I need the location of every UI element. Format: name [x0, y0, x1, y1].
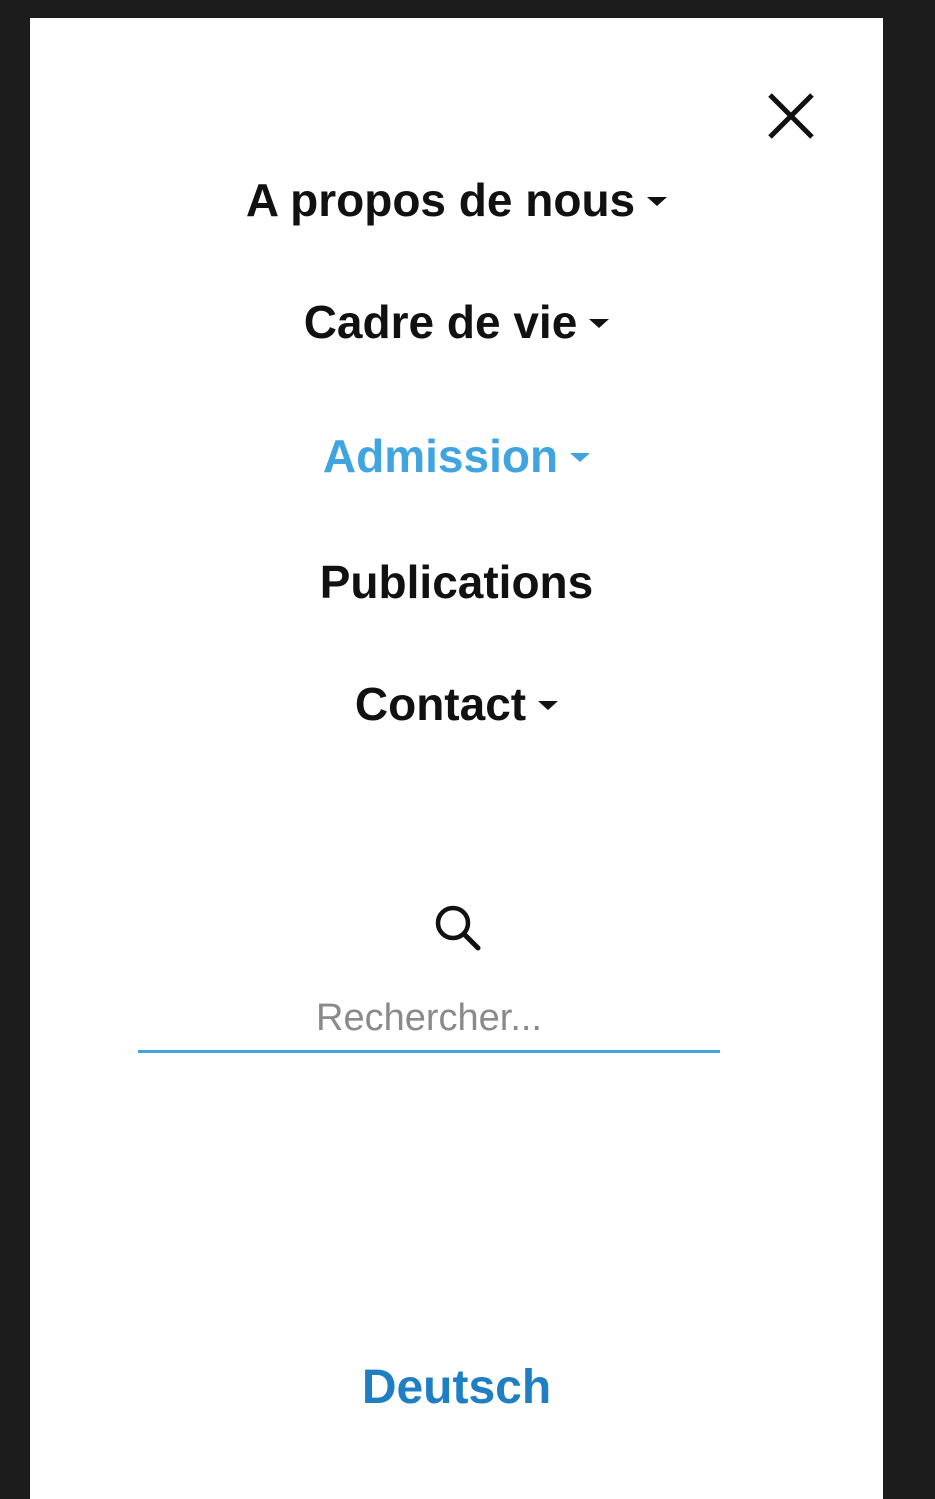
nav-item-a-propos[interactable]: A propos de nous: [30, 170, 883, 230]
caret-down-icon: [647, 197, 668, 207]
search-input[interactable]: [138, 986, 720, 1053]
mobile-menu-panel: A propos de nous Cadre de vie Admission …: [30, 18, 883, 1499]
nav-item-cadre-de-vie[interactable]: Cadre de vie: [30, 292, 883, 352]
close-icon: [768, 93, 814, 139]
caret-down-icon: [570, 453, 591, 463]
nav-item-label: Admission: [322, 430, 559, 482]
nav-item-label: A propos de nous: [245, 174, 636, 226]
nav-item-label: Cadre de vie: [303, 296, 578, 348]
nav-item-contact[interactable]: Contact: [30, 674, 883, 734]
caret-down-icon: [538, 701, 559, 711]
nav-item-label: Publications: [319, 556, 594, 608]
nav-item-label: Contact: [354, 678, 527, 730]
nav-item-admission[interactable]: Admission: [30, 426, 883, 486]
nav-item-publications[interactable]: Publications: [30, 552, 883, 612]
search-icon[interactable]: [428, 898, 488, 958]
close-button[interactable]: [765, 90, 817, 142]
caret-down-icon: [589, 319, 610, 329]
device-frame: A propos de nous Cadre de vie Admission …: [0, 0, 935, 1499]
language-switch-link[interactable]: Deutsch: [30, 1358, 883, 1418]
